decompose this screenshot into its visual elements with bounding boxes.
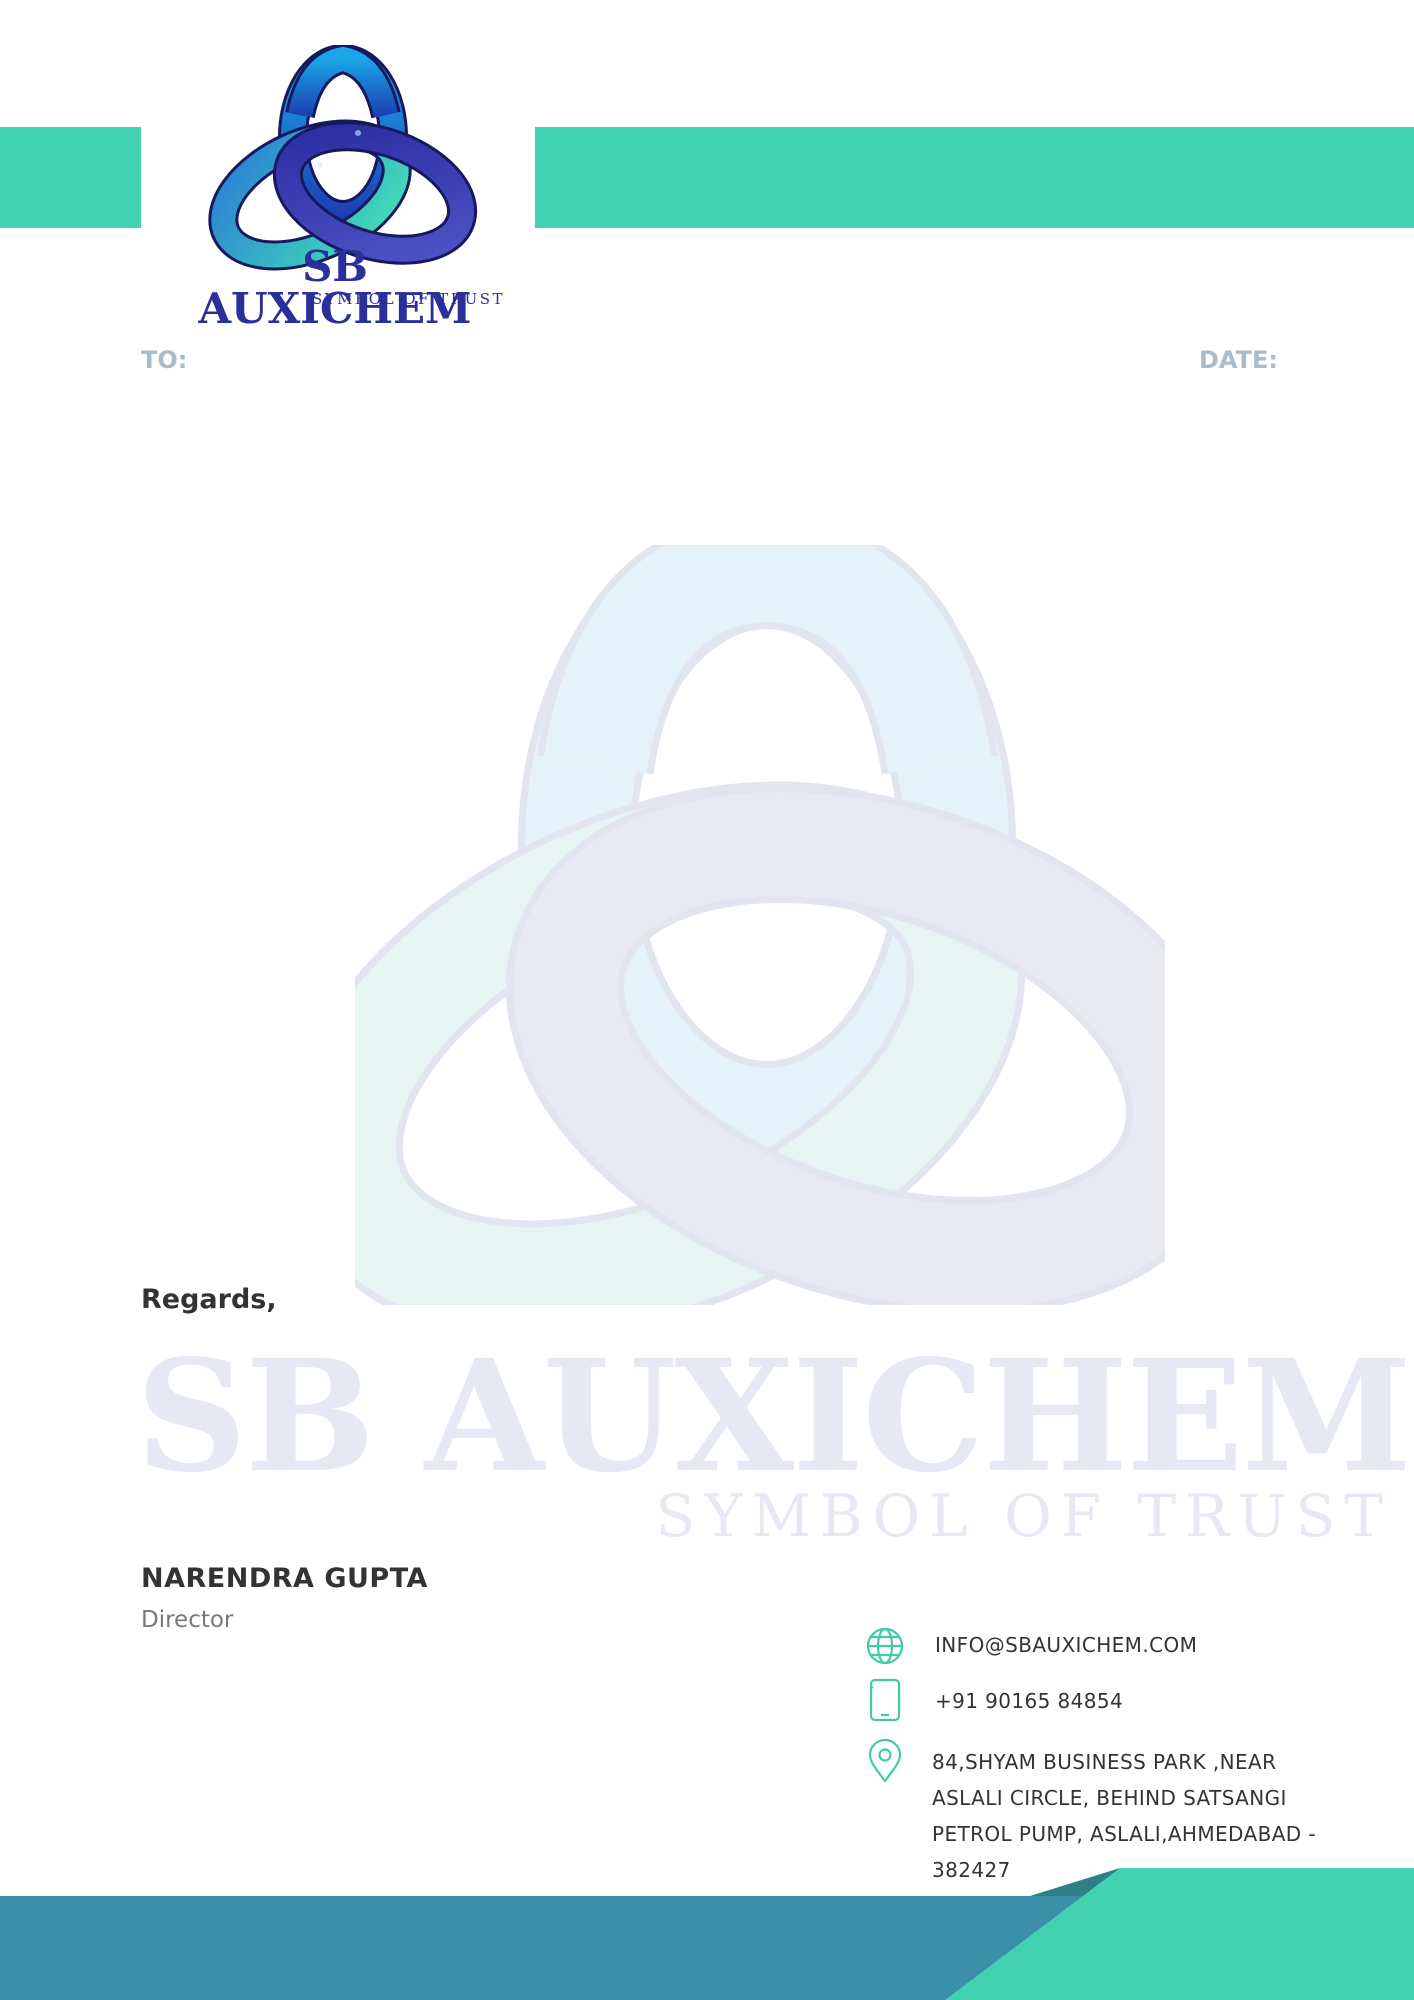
signatory-title: Director: [141, 1607, 234, 1633]
to-label: TO:: [141, 346, 188, 374]
header-band-left: [0, 127, 141, 228]
footer-band: [0, 1868, 1414, 2000]
header-band-right: [535, 127, 1414, 228]
watermark-knot: [355, 545, 1165, 1305]
date-label: DATE:: [1199, 346, 1278, 374]
phone-number: +91 90165 84854: [935, 1689, 1124, 1713]
phone-icon: [869, 1678, 901, 1722]
email-link[interactable]: INFO@SBAUXICHEM.COM: [935, 1633, 1197, 1657]
logo-wordmark: SB AUXICHEM: [198, 242, 472, 333]
location-pin-icon: [868, 1738, 902, 1783]
logo-tagline: SYMBOL OF TRUST: [311, 290, 505, 308]
closing-text: Regards,: [141, 1284, 277, 1315]
signatory-name: NARENDRA GUPTA: [141, 1563, 428, 1594]
watermark-tagline: SYMBOL OF TRUST: [655, 1482, 1392, 1550]
watermark-wordmark: SB AUXICHEM: [135, 1326, 1412, 1507]
globe-icon: [866, 1627, 904, 1665]
